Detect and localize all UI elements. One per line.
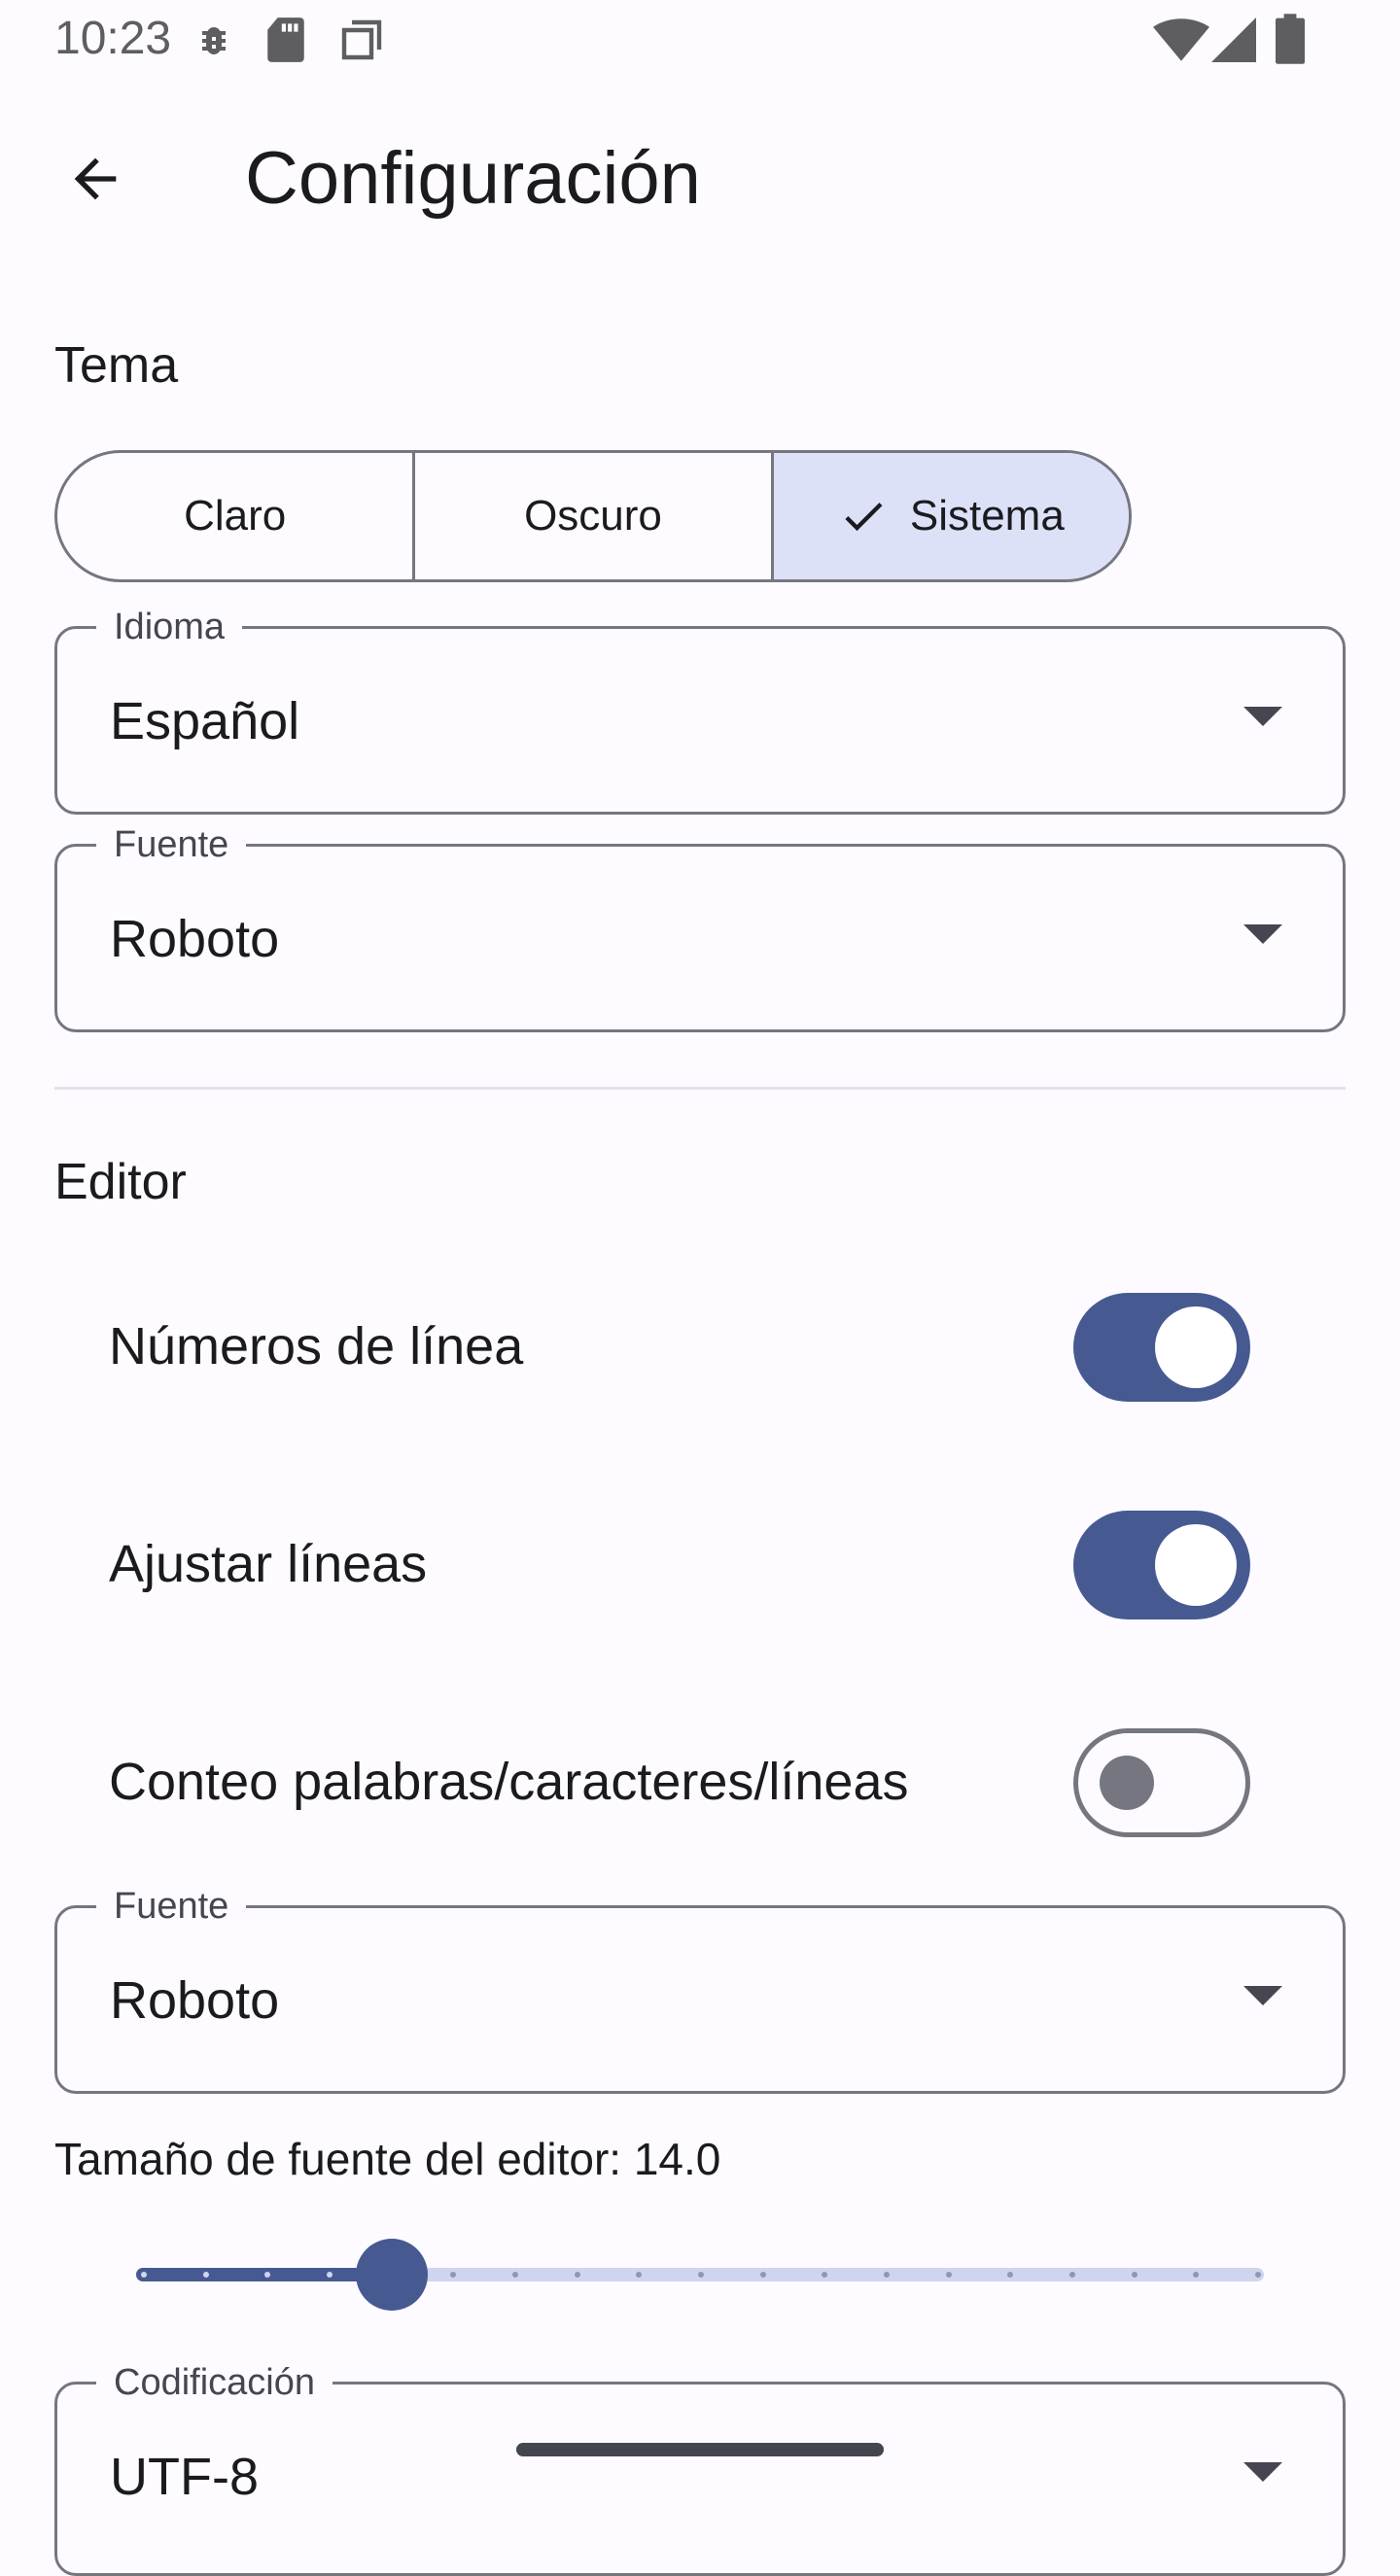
wrap-lines-switch[interactable] — [1073, 1511, 1250, 1619]
line-numbers-switch[interactable] — [1073, 1293, 1250, 1402]
word-count-switch[interactable] — [1073, 1728, 1250, 1837]
slider-tick — [945, 2272, 952, 2278]
dropdown-arrow-icon — [1243, 924, 1282, 944]
language-label: Idioma — [96, 604, 243, 650]
slider-tick — [759, 2272, 766, 2278]
back-button[interactable] — [43, 126, 148, 231]
bug-icon — [202, 27, 226, 54]
copy-icon — [341, 19, 382, 60]
slider-tick — [327, 2272, 332, 2278]
font-size-slider-active-track — [136, 2268, 391, 2281]
theme-option-light-label: Claro — [184, 492, 287, 540]
slider-tick — [202, 2272, 209, 2278]
switch-knob — [1155, 1524, 1237, 1606]
section-divider — [54, 1087, 1346, 1090]
signal-icon — [1211, 17, 1256, 62]
theme-option-dark-label: Oscuro — [524, 492, 662, 540]
app-font-label: Fuente — [96, 821, 247, 868]
wrap-lines-label: Ajustar líneas — [109, 1535, 428, 1593]
theme-option-system-label: Sistema — [909, 492, 1065, 540]
sd-card-icon — [267, 17, 304, 62]
page-title: Configuración — [245, 137, 701, 220]
theme-option-dark[interactable]: Oscuro — [415, 453, 774, 579]
encoding-value: UTF-8 — [110, 2448, 259, 2506]
arrow-back-icon — [74, 157, 117, 200]
status-time: 10:23 — [54, 13, 172, 64]
dropdown-arrow-icon — [1243, 1986, 1282, 2005]
editor-font-label: Fuente — [96, 1883, 247, 1930]
slider-tick — [1069, 2272, 1075, 2278]
font-size-slider-thumb[interactable] — [356, 2239, 428, 2311]
editor-font-size-label: Tamaño de fuente del editor: 14.0 — [54, 2134, 721, 2184]
slider-tick — [574, 2272, 580, 2278]
slider-tick — [698, 2272, 704, 2278]
encoding-label: Codificación — [96, 2359, 332, 2406]
editor-section-title: Editor — [54, 1154, 187, 1210]
theme-option-system[interactable]: Sistema — [773, 453, 1129, 579]
app-font-value: Roboto — [110, 910, 280, 968]
dropdown-arrow-icon — [1243, 707, 1282, 726]
encoding-dropdown[interactable]: Codificación UTF-8 — [54, 2359, 1346, 2576]
check-icon — [845, 503, 883, 532]
language-value: Español — [110, 692, 300, 750]
editor-font-dropdown[interactable]: Fuente Roboto — [54, 1883, 1346, 2094]
switch-knob — [1155, 1306, 1237, 1388]
slider-tick — [512, 2272, 518, 2278]
theme-option-light[interactable]: Claro — [57, 453, 416, 579]
word-count-label: Conteo palabras/caracteres/líneas — [109, 1753, 909, 1811]
line-numbers-label: Números de línea — [109, 1317, 524, 1375]
language-dropdown[interactable]: Idioma Español — [54, 604, 1346, 815]
slider-tick — [141, 2272, 147, 2278]
slider-tick — [1131, 2272, 1138, 2278]
slider-tick — [1255, 2272, 1261, 2278]
battery-icon — [1276, 14, 1305, 64]
dropdown-arrow-icon — [1243, 2462, 1282, 2482]
home-indicator[interactable] — [516, 2443, 884, 2456]
app-font-dropdown[interactable]: Fuente Roboto — [54, 821, 1346, 1032]
theme-section-title: Tema — [54, 337, 179, 394]
editor-font-value: Roboto — [110, 1971, 280, 2030]
slider-tick — [884, 2272, 890, 2278]
switch-knob — [1100, 1756, 1154, 1810]
theme-segmented-control: Claro Oscuro Sistema — [54, 450, 1132, 582]
wifi-icon — [1153, 18, 1209, 61]
